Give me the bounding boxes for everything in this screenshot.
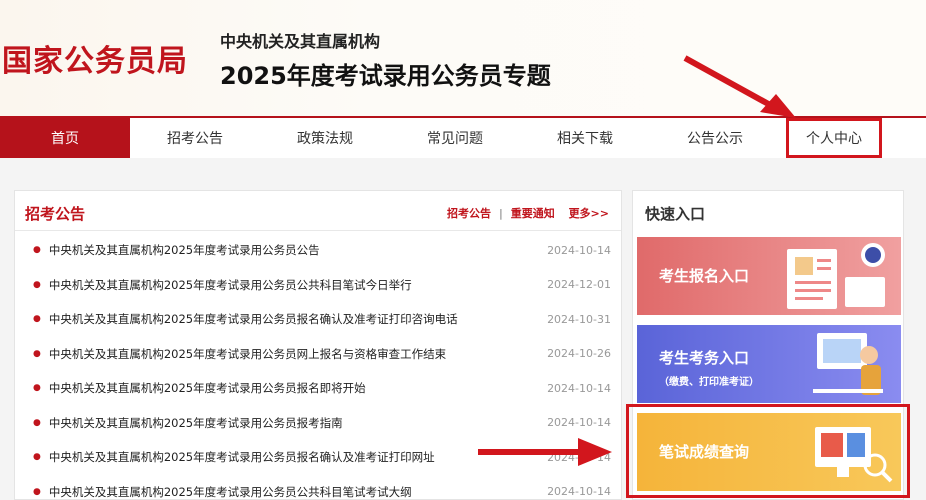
nav-notices[interactable]: 公告公示 [650,118,780,158]
list-item[interactable]: ● 中央机关及其直属机构2025年度考试录用公务员报名确认及准考证打印咨询电话 20… [15,302,621,337]
bullet-icon: ● [33,383,41,394]
more-link[interactable]: 更多>> [569,207,609,220]
bullet-icon: ● [33,279,41,290]
list-item[interactable]: ● 中央机关及其直属机构2025年度考试录用公务员公告 2024-10-14 [15,233,621,268]
news-date: 2024-10-14 [547,485,611,499]
announcements-panel: 招考公告 招考公告 | 重要通知 更多>> ● 中央机关及其直属机构2025年度考… [14,190,622,500]
bullet-icon: ● [33,486,41,497]
news-title[interactable]: 中央机关及其直属机构2025年度考试录用公务员网上报名与资格审查工作结束 [49,346,547,362]
registration-entry-button[interactable]: 考生报名入口 [637,237,901,315]
panel-header: 招考公告 招考公告 | 重要通知 更多>> [15,191,621,231]
list-item[interactable]: ● 中央机关及其直属机构2025年度考试录用公务员报考指南 2024-10-14 [15,406,621,441]
news-title[interactable]: 中央机关及其直属机构2025年度考试录用公务员报名确认及准考证打印咨询电话 [49,311,547,327]
bullet-icon: ● [33,314,41,325]
link-important-notices[interactable]: 重要通知 [511,207,555,220]
bullet-icon: ● [33,348,41,359]
nav-personal-center[interactable]: 个人中心 [786,118,882,158]
news-title[interactable]: 中央机关及其直属机构2025年度考试录用公务员报名即将开始 [49,380,547,396]
list-item[interactable]: ● 中央机关及其直属机构2025年度考试录用公务员公共科目笔试考试大纲 2024-1… [15,475,621,500]
list-item[interactable]: ● 中央机关及其直属机构2025年度考试录用公务员公共科目笔试今日举行 2024-1… [15,268,621,303]
nav-faq[interactable]: 常见问题 [390,118,520,158]
quick-access-title: 快速入口 [645,205,706,223]
news-date: 2024-10-14 [547,381,611,395]
person-at-computer-icon [813,333,883,395]
news-date: 2024-10-14 [547,416,611,430]
news-date: 2024-12-01 [547,278,611,292]
panel-title: 招考公告 [25,205,86,223]
news-title[interactable]: 中央机关及其直属机构2025年度考试录用公务员报名确认及准考证打印网址 [49,449,547,465]
news-date: 2024-10-14 [547,243,611,257]
exam-affairs-entry-button[interactable]: 考生考务入口 （缴费、打印准考证） [637,325,901,403]
site-header: 国家公务员局 中央机关及其直属机构 2025年度考试录用公务员专题 [0,0,926,116]
nav-downloads[interactable]: 相关下载 [520,118,650,158]
news-date: 2024-10-31 [547,312,611,326]
news-title[interactable]: 中央机关及其直属机构2025年度考试录用公务员公共科目笔试今日举行 [49,277,547,293]
bullet-icon: ● [33,417,41,428]
nav-home[interactable]: 首页 [0,118,130,158]
nav-announcements[interactable]: 招考公告 [130,118,260,158]
link-announcements[interactable]: 招考公告 [447,207,491,220]
news-date: 2024-10-26 [547,347,611,361]
site-logo[interactable]: 国家公务员局 [2,36,188,80]
header-subtitle: 中央机关及其直属机构 [220,32,381,51]
news-list: ● 中央机关及其直属机构2025年度考试录用公务员公告 2024-10-14 ● 中央… [15,233,621,500]
list-item[interactable]: ● 中央机关及其直属机构2025年度考试录用公务员报名确认及准考证打印网址 2024… [15,440,621,475]
news-title[interactable]: 中央机关及其直属机构2025年度考试录用公务员公共科目笔试考试大纲 [49,484,547,500]
link-divider: | [498,207,503,220]
panel-links: 招考公告 | 重要通知 更多>> [443,205,609,221]
bullet-icon: ● [33,452,41,463]
header-title: 2025年度考试录用公务员专题 [220,62,551,90]
list-item[interactable]: ● 中央机关及其直属机构2025年度考试录用公务员报名即将开始 2024-10-14 [15,371,621,406]
news-title[interactable]: 中央机关及其直属机构2025年度考试录用公务员公告 [49,242,547,258]
nav-policies[interactable]: 政策法规 [260,118,390,158]
bullet-icon: ● [33,245,41,256]
list-item[interactable]: ● 中央机关及其直属机构2025年度考试录用公务员网上报名与资格审查工作结束 202… [15,337,621,372]
score-query-highlight [626,404,910,498]
news-date: 2024-10-14 [547,450,611,464]
document-illustration-icon [787,243,885,309]
news-title[interactable]: 中央机关及其直属机构2025年度考试录用公务员报考指南 [49,415,547,431]
main-nav: 首页 招考公告 政策法规 常见问题 相关下载 公告公示 个人中心 [0,116,926,158]
